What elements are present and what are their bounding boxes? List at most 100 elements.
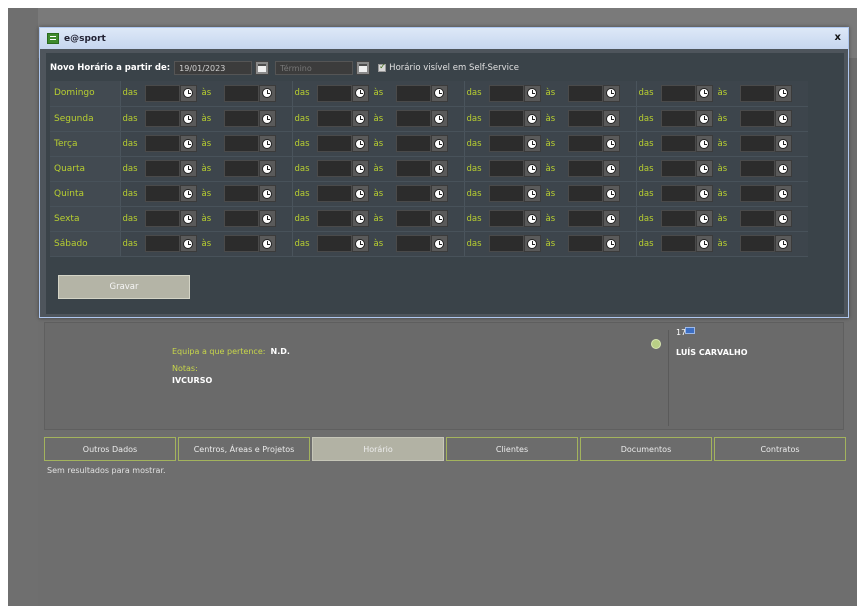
from-time-input[interactable] — [660, 84, 696, 102]
to-time-input[interactable] — [395, 110, 431, 127]
time-picker-button[interactable] — [602, 235, 620, 252]
from-time-input[interactable] — [144, 235, 180, 252]
status-dot-icon[interactable] — [651, 339, 661, 349]
to-time-input[interactable] — [223, 160, 259, 177]
to-time-input[interactable] — [395, 84, 431, 102]
to-time-input[interactable] — [739, 210, 775, 227]
time-picker-button[interactable] — [523, 110, 541, 127]
time-picker-button[interactable] — [258, 185, 276, 202]
time-picker-button[interactable] — [774, 110, 792, 127]
from-time-input[interactable] — [488, 110, 524, 127]
to-time-input[interactable] — [567, 235, 603, 252]
time-picker-button[interactable] — [695, 110, 713, 127]
to-time-input[interactable] — [567, 84, 603, 102]
from-time-input[interactable] — [660, 210, 696, 227]
time-picker-button[interactable] — [602, 160, 620, 177]
to-time-input[interactable] — [567, 160, 603, 177]
from-time-input[interactable] — [488, 160, 524, 177]
save-button[interactable]: Gravar — [58, 275, 190, 299]
time-picker-button[interactable] — [430, 185, 448, 202]
close-button[interactable]: x — [835, 32, 841, 43]
tab-documentos[interactable]: Documentos — [580, 437, 712, 461]
time-picker-button[interactable] — [430, 110, 448, 127]
time-picker-button[interactable] — [351, 160, 369, 177]
from-time-input[interactable] — [144, 210, 180, 227]
to-time-input[interactable] — [567, 110, 603, 127]
time-picker-button[interactable] — [774, 210, 792, 227]
from-time-input[interactable] — [316, 210, 352, 227]
calendar-icon[interactable] — [356, 61, 371, 75]
time-picker-button[interactable] — [695, 185, 713, 202]
from-time-input[interactable] — [488, 135, 524, 152]
time-picker-button[interactable] — [695, 235, 713, 252]
time-picker-button[interactable] — [774, 135, 792, 152]
start-date-input[interactable]: 19/01/2023 — [174, 61, 253, 75]
from-time-input[interactable] — [144, 160, 180, 177]
to-time-input[interactable] — [395, 235, 431, 252]
calendar-icon[interactable] — [255, 61, 270, 75]
to-time-input[interactable] — [395, 135, 431, 152]
time-picker-button[interactable] — [351, 110, 369, 127]
to-time-input[interactable] — [739, 110, 775, 127]
time-picker-button[interactable] — [258, 160, 276, 177]
time-picker-button[interactable] — [523, 235, 541, 252]
time-picker-button[interactable] — [351, 135, 369, 152]
from-time-input[interactable] — [144, 84, 180, 102]
time-picker-button[interactable] — [430, 210, 448, 227]
from-time-input[interactable] — [316, 185, 352, 202]
time-picker-button[interactable] — [523, 185, 541, 202]
tab-horario[interactable]: Horário — [312, 437, 444, 461]
time-picker-button[interactable] — [774, 185, 792, 202]
tab-contratos[interactable]: Contratos — [714, 437, 846, 461]
to-time-input[interactable] — [567, 135, 603, 152]
time-picker-button[interactable] — [258, 235, 276, 252]
time-picker-button[interactable] — [774, 235, 792, 252]
from-time-input[interactable] — [660, 160, 696, 177]
to-time-input[interactable] — [739, 235, 775, 252]
time-picker-button[interactable] — [179, 110, 197, 127]
time-picker-button[interactable] — [351, 210, 369, 227]
to-time-input[interactable] — [395, 160, 431, 177]
time-picker-button[interactable] — [179, 84, 197, 102]
time-picker-button[interactable] — [430, 160, 448, 177]
to-time-input[interactable] — [567, 185, 603, 202]
time-picker-button[interactable] — [602, 135, 620, 152]
from-time-input[interactable] — [316, 235, 352, 252]
time-picker-button[interactable] — [351, 84, 369, 102]
to-time-input[interactable] — [567, 210, 603, 227]
to-time-input[interactable] — [223, 185, 259, 202]
time-picker-button[interactable] — [351, 235, 369, 252]
time-picker-button[interactable] — [695, 84, 713, 102]
time-picker-button[interactable] — [695, 160, 713, 177]
time-picker-button[interactable] — [258, 210, 276, 227]
from-time-input[interactable] — [316, 160, 352, 177]
tab-clientes[interactable]: Clientes — [446, 437, 578, 461]
time-picker-button[interactable] — [179, 135, 197, 152]
to-time-input[interactable] — [739, 84, 775, 102]
to-time-input[interactable] — [395, 185, 431, 202]
tab-centros[interactable]: Centros, Áreas e Projetos — [178, 437, 310, 461]
from-time-input[interactable] — [488, 235, 524, 252]
from-time-input[interactable] — [660, 135, 696, 152]
time-picker-button[interactable] — [523, 160, 541, 177]
from-time-input[interactable] — [660, 235, 696, 252]
time-picker-button[interactable] — [602, 185, 620, 202]
to-time-input[interactable] — [395, 210, 431, 227]
end-date-input[interactable]: Término — [275, 61, 354, 75]
to-time-input[interactable] — [739, 185, 775, 202]
dialog-titlebar[interactable]: e@sport x — [40, 28, 848, 49]
time-picker-button[interactable] — [179, 210, 197, 227]
from-time-input[interactable] — [488, 210, 524, 227]
time-picker-button[interactable] — [602, 110, 620, 127]
from-time-input[interactable] — [144, 110, 180, 127]
time-picker-button[interactable] — [602, 210, 620, 227]
from-time-input[interactable] — [488, 84, 524, 102]
flag-icon[interactable] — [685, 327, 695, 334]
time-picker-button[interactable] — [258, 135, 276, 152]
from-time-input[interactable] — [144, 135, 180, 152]
from-time-input[interactable] — [488, 185, 524, 202]
from-time-input[interactable] — [144, 185, 180, 202]
to-time-input[interactable] — [223, 210, 259, 227]
time-picker-button[interactable] — [179, 235, 197, 252]
time-picker-button[interactable] — [774, 160, 792, 177]
